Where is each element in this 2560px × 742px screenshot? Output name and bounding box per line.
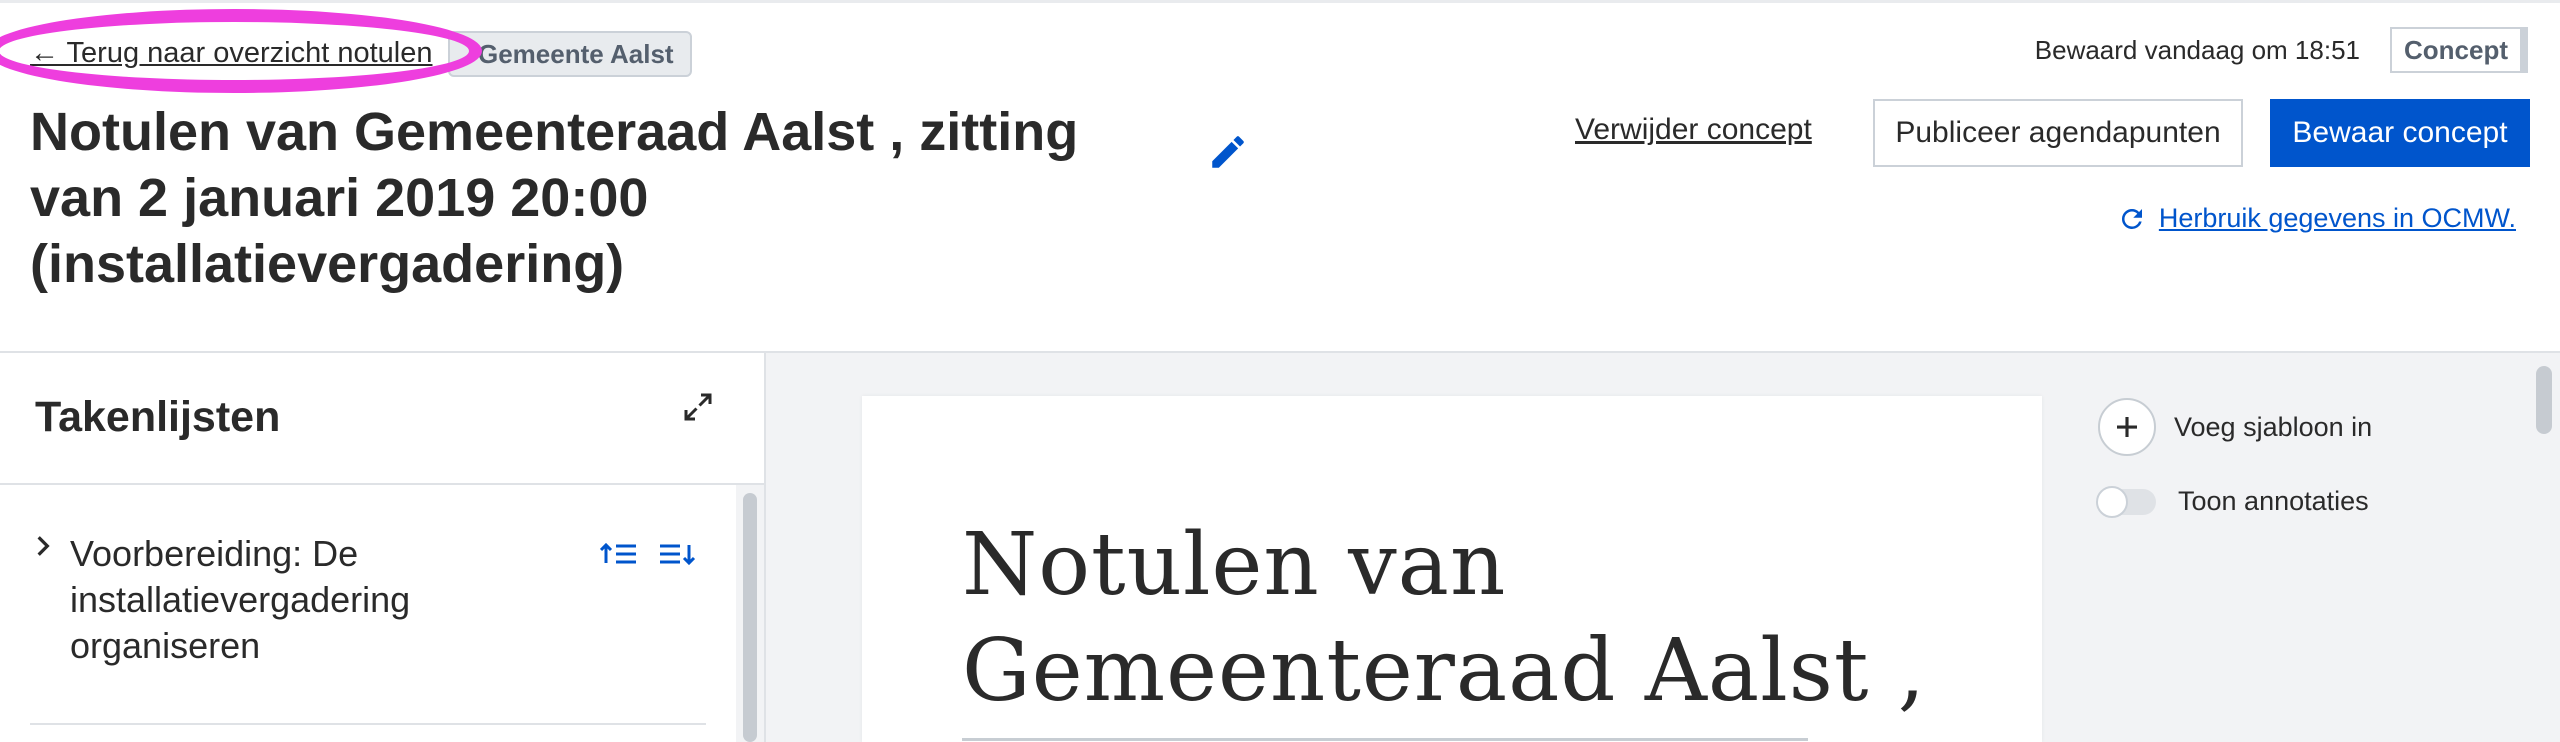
plus-icon[interactable] <box>2098 398 2156 456</box>
sidebar-header: Takenlijsten <box>0 353 766 485</box>
chevron-right-icon[interactable] <box>30 531 56 561</box>
insert-template-button[interactable]: Voeg sjabloon in <box>2098 398 2372 456</box>
sort-up-icon[interactable] <box>599 541 638 567</box>
task-sidebar: Takenlijsten Voorbereiding: De installat… <box>0 353 766 742</box>
save-concept-button[interactable]: Bewaar concept <box>2270 99 2530 167</box>
pencil-icon[interactable] <box>1207 131 1249 173</box>
page-title: Notulen van Gemeenteraad Aalst , zitting… <box>30 102 1079 294</box>
title-underline <box>962 738 1808 741</box>
document-title[interactable]: Notulen van Gemeenteraad Aalst , <box>962 512 2022 724</box>
annotations-toggle[interactable]: Toon annotaties <box>2096 485 2369 518</box>
task-label: Voorbereiding: De installatievergadering… <box>70 533 411 666</box>
sort-down-icon[interactable] <box>658 541 696 567</box>
reuse-data-link[interactable]: Herbruik gegevens in OCMW. <box>2117 203 2516 234</box>
reuse-data-label: Herbruik gegevens in OCMW. <box>2158 203 2516 233</box>
divider <box>30 723 706 725</box>
status-badge: Concept <box>2390 27 2528 73</box>
delete-concept-button[interactable]: Verwijder concept <box>1575 113 1812 147</box>
publish-agenda-button[interactable]: Publiceer agendapunten <box>1873 99 2243 167</box>
insert-template-label: Voeg sjabloon in <box>2174 411 2373 442</box>
toggle-knob <box>2096 485 2128 518</box>
annotations-label: Toon annotaties <box>2178 486 2369 516</box>
sidebar-title: Takenlijsten <box>35 393 281 441</box>
refresh-icon <box>2121 208 2142 229</box>
back-to-overview-link[interactable]: ← Terug naar overzicht notulen <box>30 37 432 70</box>
expand-icon[interactable] <box>680 389 716 425</box>
main-scrollbar-thumb[interactable] <box>2536 366 2552 434</box>
admin-unit-badge[interactable]: Gemeente Aalst <box>448 31 692 77</box>
toggle-switch[interactable] <box>2096 485 2156 518</box>
page-header: ← Terug naar overzicht notulen Gemeente … <box>0 0 2560 353</box>
sidebar-scrollbar-thumb[interactable] <box>743 493 757 742</box>
saved-status: Bewaard vandaag om 18:51 <box>2034 35 2360 65</box>
